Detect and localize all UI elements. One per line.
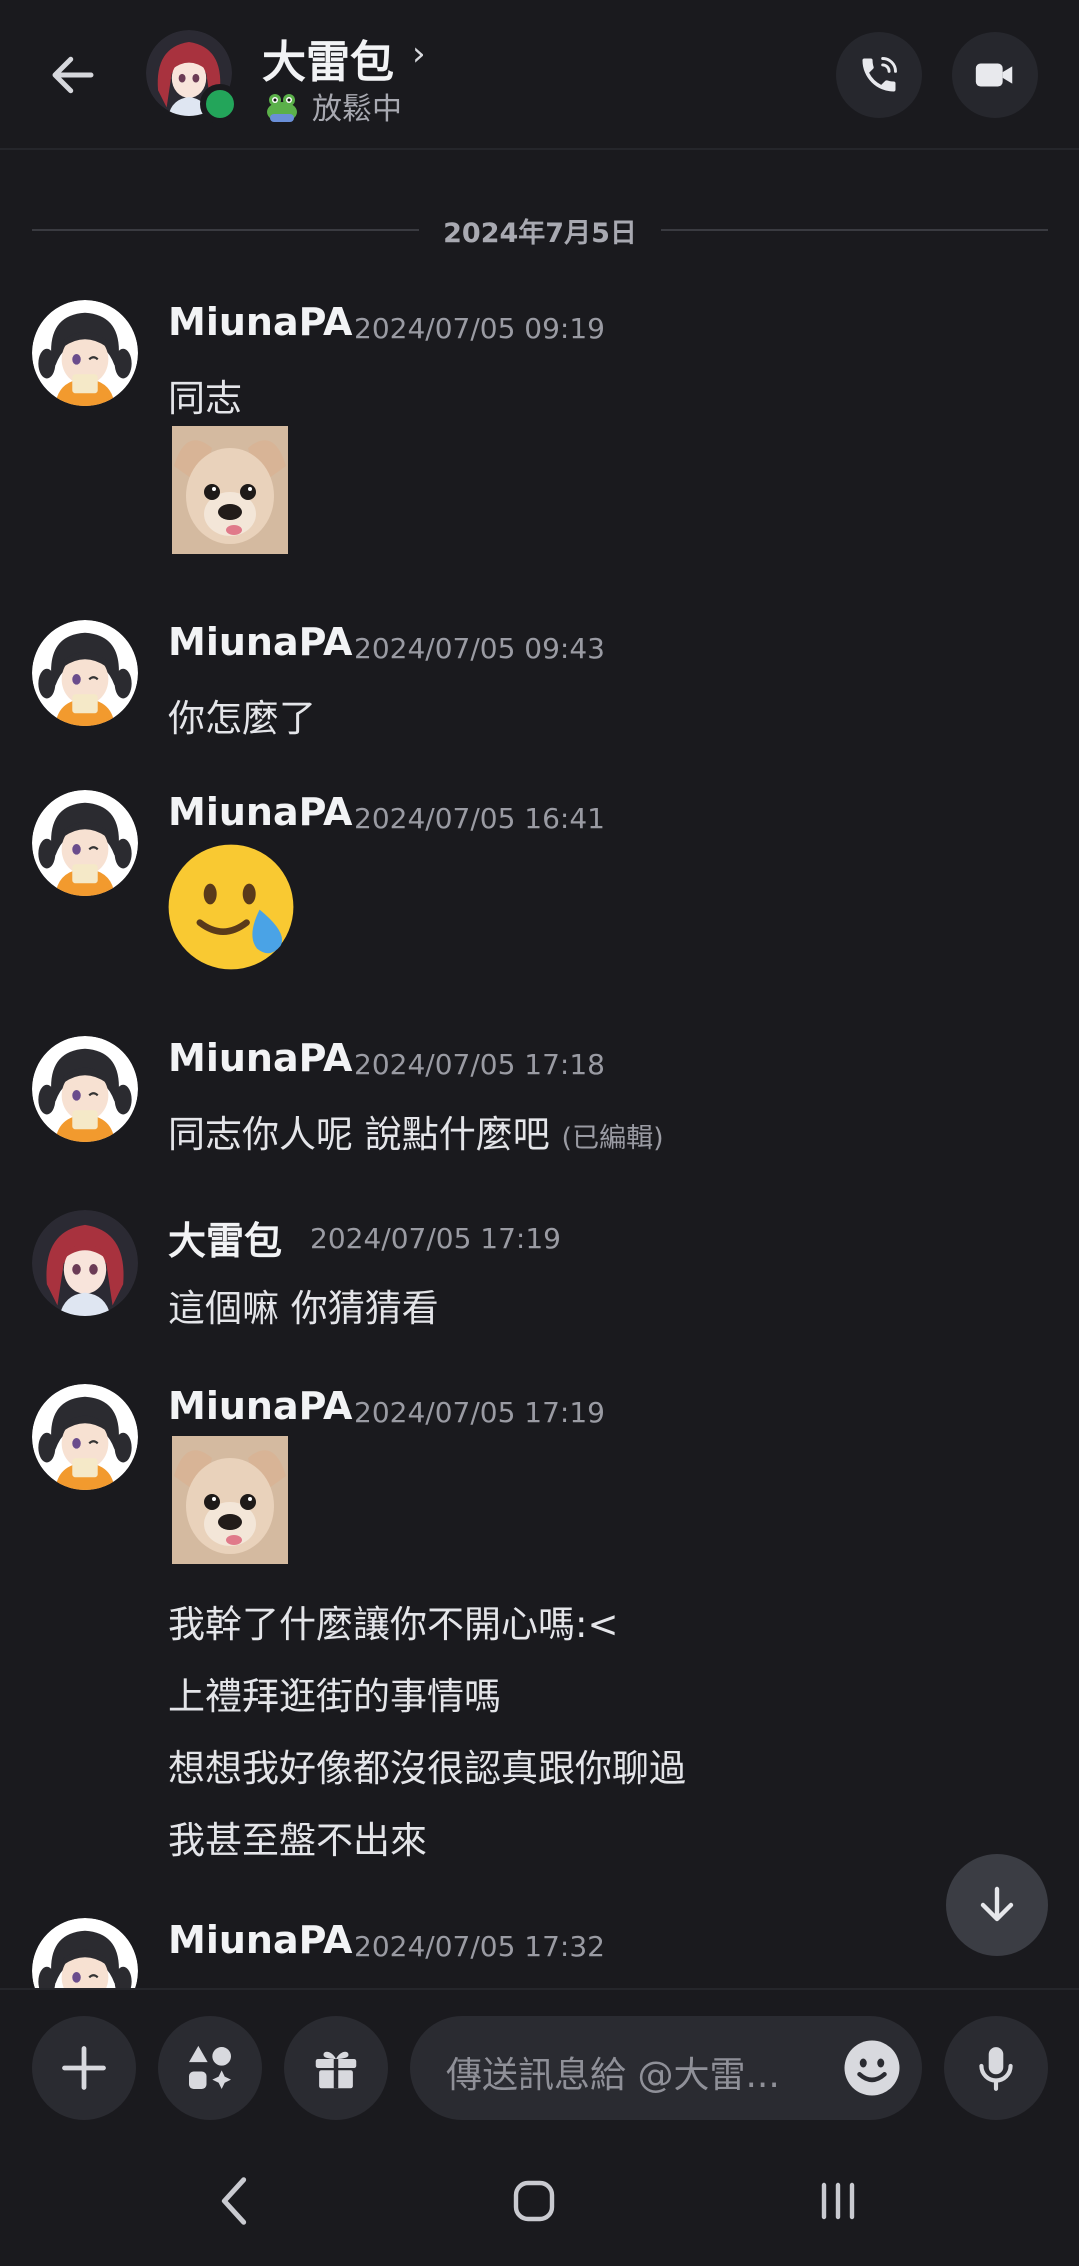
avatar[interactable]: [32, 620, 138, 726]
frog-status-icon: [267, 94, 297, 122]
scroll-to-bottom-button[interactable]: [946, 1854, 1048, 1956]
nav-home-button[interactable]: [494, 2166, 574, 2236]
message-timestamp: 2024/07/05 17:18: [354, 1048, 605, 1081]
message-author[interactable]: MiunaPA: [168, 1036, 352, 1080]
custom-status: 放鬆中: [262, 84, 402, 128]
microphone-icon: [979, 2047, 1013, 2091]
system-navigation-bar: [0, 2136, 1079, 2266]
message-input[interactable]: 傳送訊息給 @大雷...: [410, 2016, 922, 2120]
divider-line: [32, 229, 420, 231]
arrow-left-icon: [52, 56, 94, 94]
message-timestamp: 2024/07/05 16:41: [354, 802, 605, 835]
gift-icon: [315, 2051, 357, 2089]
avatar[interactable]: [32, 1210, 138, 1316]
gift-button[interactable]: [284, 2016, 388, 2120]
nav-back-button[interactable]: [194, 2166, 274, 2236]
nav-recents-button[interactable]: [798, 2166, 878, 2236]
avatar[interactable]: [32, 1036, 138, 1142]
page-title[interactable]: 大雷包: [262, 26, 394, 90]
message-author[interactable]: MiunaPA: [168, 1918, 352, 1962]
smiling-face-with-tear-emoji[interactable]: [166, 842, 296, 972]
status-text: 放鬆中: [312, 92, 402, 127]
message-text: 我幹了什麼讓你不開心嗎:<: [168, 1603, 619, 1646]
message-text: 我甚至盤不出來: [168, 1819, 427, 1862]
message-composer: 傳送訊息給 @大雷...: [0, 1988, 1079, 2138]
emoji-icon[interactable]: [842, 2038, 902, 2098]
chihuahua-sticker[interactable]: [172, 426, 288, 554]
plus-icon: [62, 2046, 106, 2090]
chat-header: 大雷包 › 放鬆中: [0, 0, 1079, 150]
message-timestamp: 2024/07/05 09:19: [354, 312, 605, 345]
message-timestamp: 2024/07/05 17:19: [354, 1396, 605, 1429]
message-text: 想想我好像都沒很認真跟你聊過: [168, 1747, 686, 1790]
avatar[interactable]: [32, 1918, 138, 1988]
apps-icon: [189, 2045, 231, 2089]
apps-button[interactable]: [158, 2016, 262, 2120]
date-divider: 2024年7月5日: [32, 208, 1049, 252]
add-attachment-button[interactable]: [32, 2016, 136, 2120]
avatar[interactable]: [32, 790, 138, 896]
voice-message-button[interactable]: [944, 2016, 1048, 2120]
message-timestamp: 2024/07/05 09:43: [354, 632, 605, 665]
video-call-button[interactable]: [952, 32, 1038, 118]
message-timestamp: 2024/07/05 17:19: [310, 1222, 561, 1255]
message-text: 這個嘛 你猜猜看: [168, 1287, 439, 1330]
chihuahua-sticker[interactable]: [172, 1436, 288, 1564]
message-body: 同志你人呢 說點什麼吧: [168, 1113, 550, 1156]
message-author[interactable]: MiunaPA: [168, 620, 352, 664]
message-author[interactable]: 大雷包: [168, 1210, 282, 1265]
message-author[interactable]: MiunaPA: [168, 790, 352, 834]
phone-icon: [862, 57, 897, 92]
message-author[interactable]: MiunaPA: [168, 1384, 352, 1428]
date-divider-text: 2024年7月5日: [443, 217, 637, 249]
message-text: 同志你人呢 說點什麼吧 (已編輯): [168, 1104, 664, 1158]
arrow-down-icon: [980, 1886, 1014, 1922]
message-text: 上禮拜逛街的事情嗎: [168, 1675, 501, 1718]
chevron-right-icon[interactable]: ›: [412, 34, 426, 74]
message-input-placeholder: 傳送訊息給 @大雷...: [446, 2055, 780, 2096]
voice-call-button[interactable]: [836, 32, 922, 118]
message-text: 同志: [168, 377, 242, 420]
avatar[interactable]: [32, 300, 138, 406]
message-text: 你怎麼了: [168, 697, 316, 740]
avatar[interactable]: [32, 1384, 138, 1490]
home-icon: [513, 2180, 555, 2222]
message[interactable]: MiunaPA 2024/07/05 17:32: [0, 1914, 1079, 1988]
edited-marker: (已編輯): [561, 1123, 664, 1154]
online-status-dot: [200, 84, 240, 124]
divider-line: [660, 229, 1049, 231]
video-camera-icon: [975, 63, 1013, 87]
message-timestamp: 2024/07/05 17:32: [354, 1930, 605, 1963]
chevron-left-icon: [221, 2177, 247, 2225]
recent-apps-icon: [821, 2182, 855, 2220]
back-button[interactable]: [36, 38, 110, 112]
message-author[interactable]: MiunaPA: [168, 300, 352, 344]
